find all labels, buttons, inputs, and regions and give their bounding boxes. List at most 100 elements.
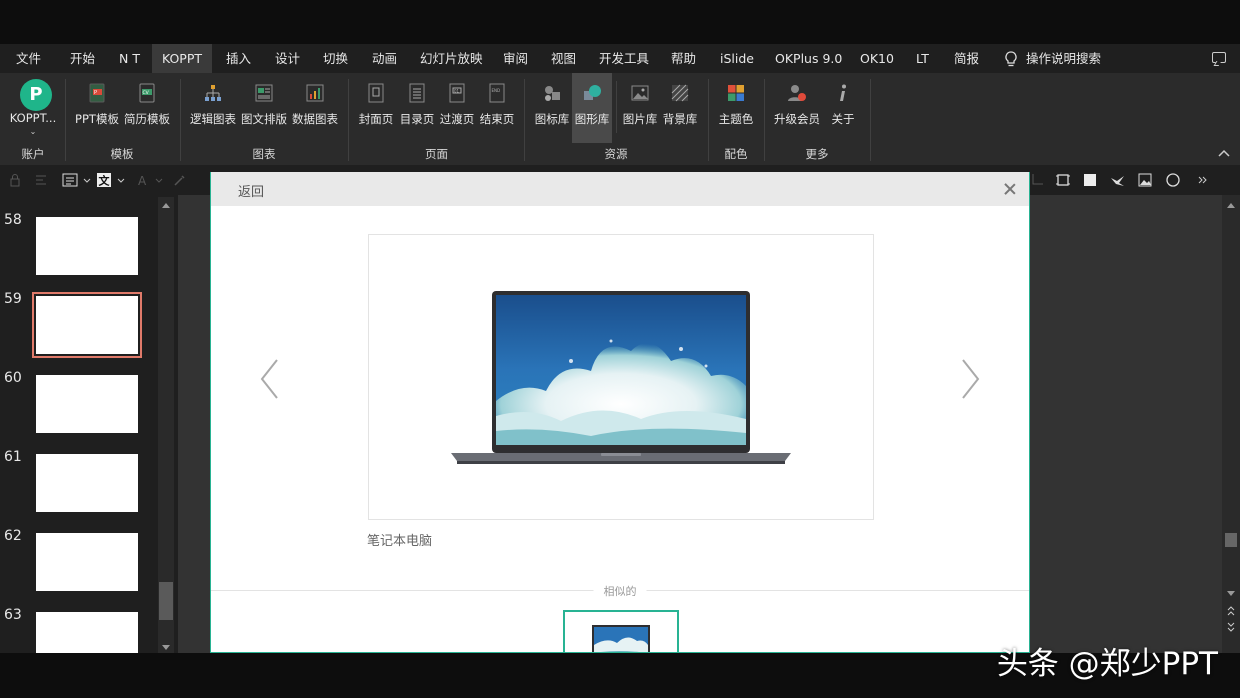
- logic-chart-button[interactable]: 逻辑图表: [188, 73, 238, 143]
- chevron-down-icon[interactable]: [83, 173, 91, 187]
- svg-text:CV: CV: [143, 90, 150, 96]
- icon-library-button[interactable]: 图标库: [532, 73, 572, 143]
- group-label-templates: 模板: [110, 147, 134, 161]
- end-page-button[interactable]: END 结束页: [477, 73, 517, 143]
- theme-color-button[interactable]: 主题色: [714, 73, 758, 143]
- about-label: 关于: [831, 112, 855, 126]
- scrollbar-thumb[interactable]: [159, 582, 173, 620]
- menu-koppt[interactable]: KOPPT: [152, 44, 212, 73]
- rectangle-fill-icon[interactable]: [1083, 173, 1097, 187]
- ppt-template-button[interactable]: P PPT模板: [72, 73, 122, 143]
- menu-home[interactable]: 开始: [70, 44, 95, 73]
- menu-design[interactable]: 设计: [275, 44, 300, 73]
- about-button[interactable]: 关于: [826, 73, 860, 143]
- toc-page-label: 目录页: [399, 112, 435, 126]
- icon-library-icon: [545, 86, 560, 101]
- dialog-header: 返回: [211, 172, 1029, 206]
- collapse-ribbon-icon[interactable]: [1218, 147, 1230, 159]
- group-separator: [348, 79, 349, 161]
- menu-transitions[interactable]: 切换: [323, 44, 348, 73]
- menu-lt[interactable]: LT: [916, 44, 929, 73]
- koppt-account-button[interactable]: P KOPPT... ⌄: [4, 73, 62, 143]
- font-color-icon[interactable]: A: [137, 173, 151, 187]
- comment-icon[interactable]: [1212, 52, 1226, 63]
- group-label-colors: 配色: [724, 147, 748, 161]
- shape-library-button[interactable]: 图形库: [572, 73, 612, 143]
- ppt-template-icon: P: [89, 83, 105, 103]
- previous-arrow-icon[interactable]: [259, 358, 281, 400]
- chevron-down-icon[interactable]: [117, 173, 125, 187]
- toc-page-button[interactable]: 目录页: [397, 73, 437, 143]
- next-arrow-icon[interactable]: [959, 358, 981, 400]
- slide-thumbnail[interactable]: [36, 375, 138, 433]
- crop-icon[interactable]: [1030, 173, 1044, 187]
- eyedropper-icon[interactable]: [173, 173, 187, 187]
- thumbnail-scrollbar[interactable]: [158, 197, 174, 653]
- circle-icon[interactable]: [1166, 173, 1180, 187]
- transition-page-button[interactable]: 01 过渡页: [437, 73, 477, 143]
- lock-icon[interactable]: [8, 173, 22, 187]
- color-palette-icon: [728, 85, 744, 101]
- group-separator: [524, 79, 525, 161]
- svg-text:01: 01: [454, 88, 460, 93]
- menu-help[interactable]: 帮助: [671, 44, 696, 73]
- koppt-account-label: KOPPT...: [9, 111, 57, 125]
- menu-islide[interactable]: iSlide: [720, 44, 754, 73]
- menu-review[interactable]: 审阅: [503, 44, 528, 73]
- group-separator: [616, 81, 617, 133]
- ribbon: P KOPPT... ⌄ 账户 P PPT模板 CV 简历模板 模板 逻辑图表 …: [0, 73, 1240, 165]
- upgrade-member-button[interactable]: 升级会员: [770, 73, 824, 143]
- editor-scrollbar[interactable]: [1222, 195, 1240, 653]
- laptop-image: [451, 291, 791, 464]
- image-library-button[interactable]: 图片库: [620, 73, 660, 143]
- slide-thumbnail-selected[interactable]: [32, 292, 142, 358]
- menu-file[interactable]: 文件: [16, 44, 41, 73]
- background-library-button[interactable]: 背景库: [660, 73, 700, 143]
- similar-item-card[interactable]: [563, 610, 679, 652]
- transition-page-label: 过渡页: [439, 112, 475, 126]
- text-box-icon[interactable]: [62, 173, 78, 187]
- slide-thumbnail[interactable]: [36, 612, 138, 653]
- menu-ok10[interactable]: OK10: [860, 44, 894, 73]
- slide-thumbnail[interactable]: [36, 217, 138, 275]
- menu-view[interactable]: 视图: [551, 44, 576, 73]
- cover-page-button[interactable]: 封面页: [356, 73, 396, 143]
- close-icon[interactable]: [1003, 182, 1017, 196]
- resume-template-button[interactable]: CV 简历模板: [122, 73, 172, 143]
- logic-chart-label: 逻辑图表: [190, 112, 236, 126]
- previous-slide-icon[interactable]: [1226, 605, 1236, 617]
- scroll-up-icon[interactable]: [162, 203, 170, 208]
- background-pattern-icon: [671, 84, 689, 102]
- end-page-label: 结束页: [479, 112, 515, 126]
- back-button[interactable]: 返回: [238, 181, 264, 200]
- bird-shape-icon[interactable]: [1110, 173, 1126, 187]
- shape-library-dialog: 返回 笔记本电脑 相似的: [210, 172, 1030, 653]
- group-separator: [180, 79, 181, 161]
- image-library-label: 图片库: [622, 112, 658, 126]
- chevron-down-icon[interactable]: [155, 173, 163, 187]
- picture-icon[interactable]: [1138, 173, 1152, 187]
- image-text-layout-button[interactable]: 图文排版: [239, 73, 289, 143]
- group-label-charts: 图表: [252, 147, 276, 161]
- menu-nt[interactable]: N T: [119, 44, 140, 73]
- menu-briefing[interactable]: 简报: [954, 44, 979, 73]
- scroll-down-icon[interactable]: [1227, 591, 1235, 596]
- slide-thumbnail[interactable]: [36, 533, 138, 591]
- menu-slideshow[interactable]: 幻灯片放映: [420, 44, 483, 73]
- more-tools-icon[interactable]: [1196, 173, 1208, 187]
- scroll-up-icon[interactable]: [1227, 203, 1235, 208]
- menu-insert[interactable]: 插入: [226, 44, 251, 73]
- menu-okplus[interactable]: OKPlus 9.0: [775, 44, 842, 73]
- text-direction-icon[interactable]: 文: [96, 173, 112, 187]
- data-chart-button[interactable]: 数据图表: [290, 73, 340, 143]
- align-icon[interactable]: [34, 173, 48, 187]
- menu-animations[interactable]: 动画: [372, 44, 397, 73]
- menu-developer[interactable]: 开发工具: [599, 44, 649, 73]
- next-slide-icon[interactable]: [1226, 621, 1236, 633]
- tell-me-search[interactable]: 操作说明搜索: [1004, 44, 1101, 73]
- slide-thumbnail[interactable]: [36, 454, 138, 512]
- fit-frame-icon[interactable]: [1056, 173, 1070, 187]
- scrollbar-thumb[interactable]: [1225, 533, 1237, 547]
- scroll-down-icon[interactable]: [162, 645, 170, 650]
- user-upgrade-icon: [788, 85, 806, 101]
